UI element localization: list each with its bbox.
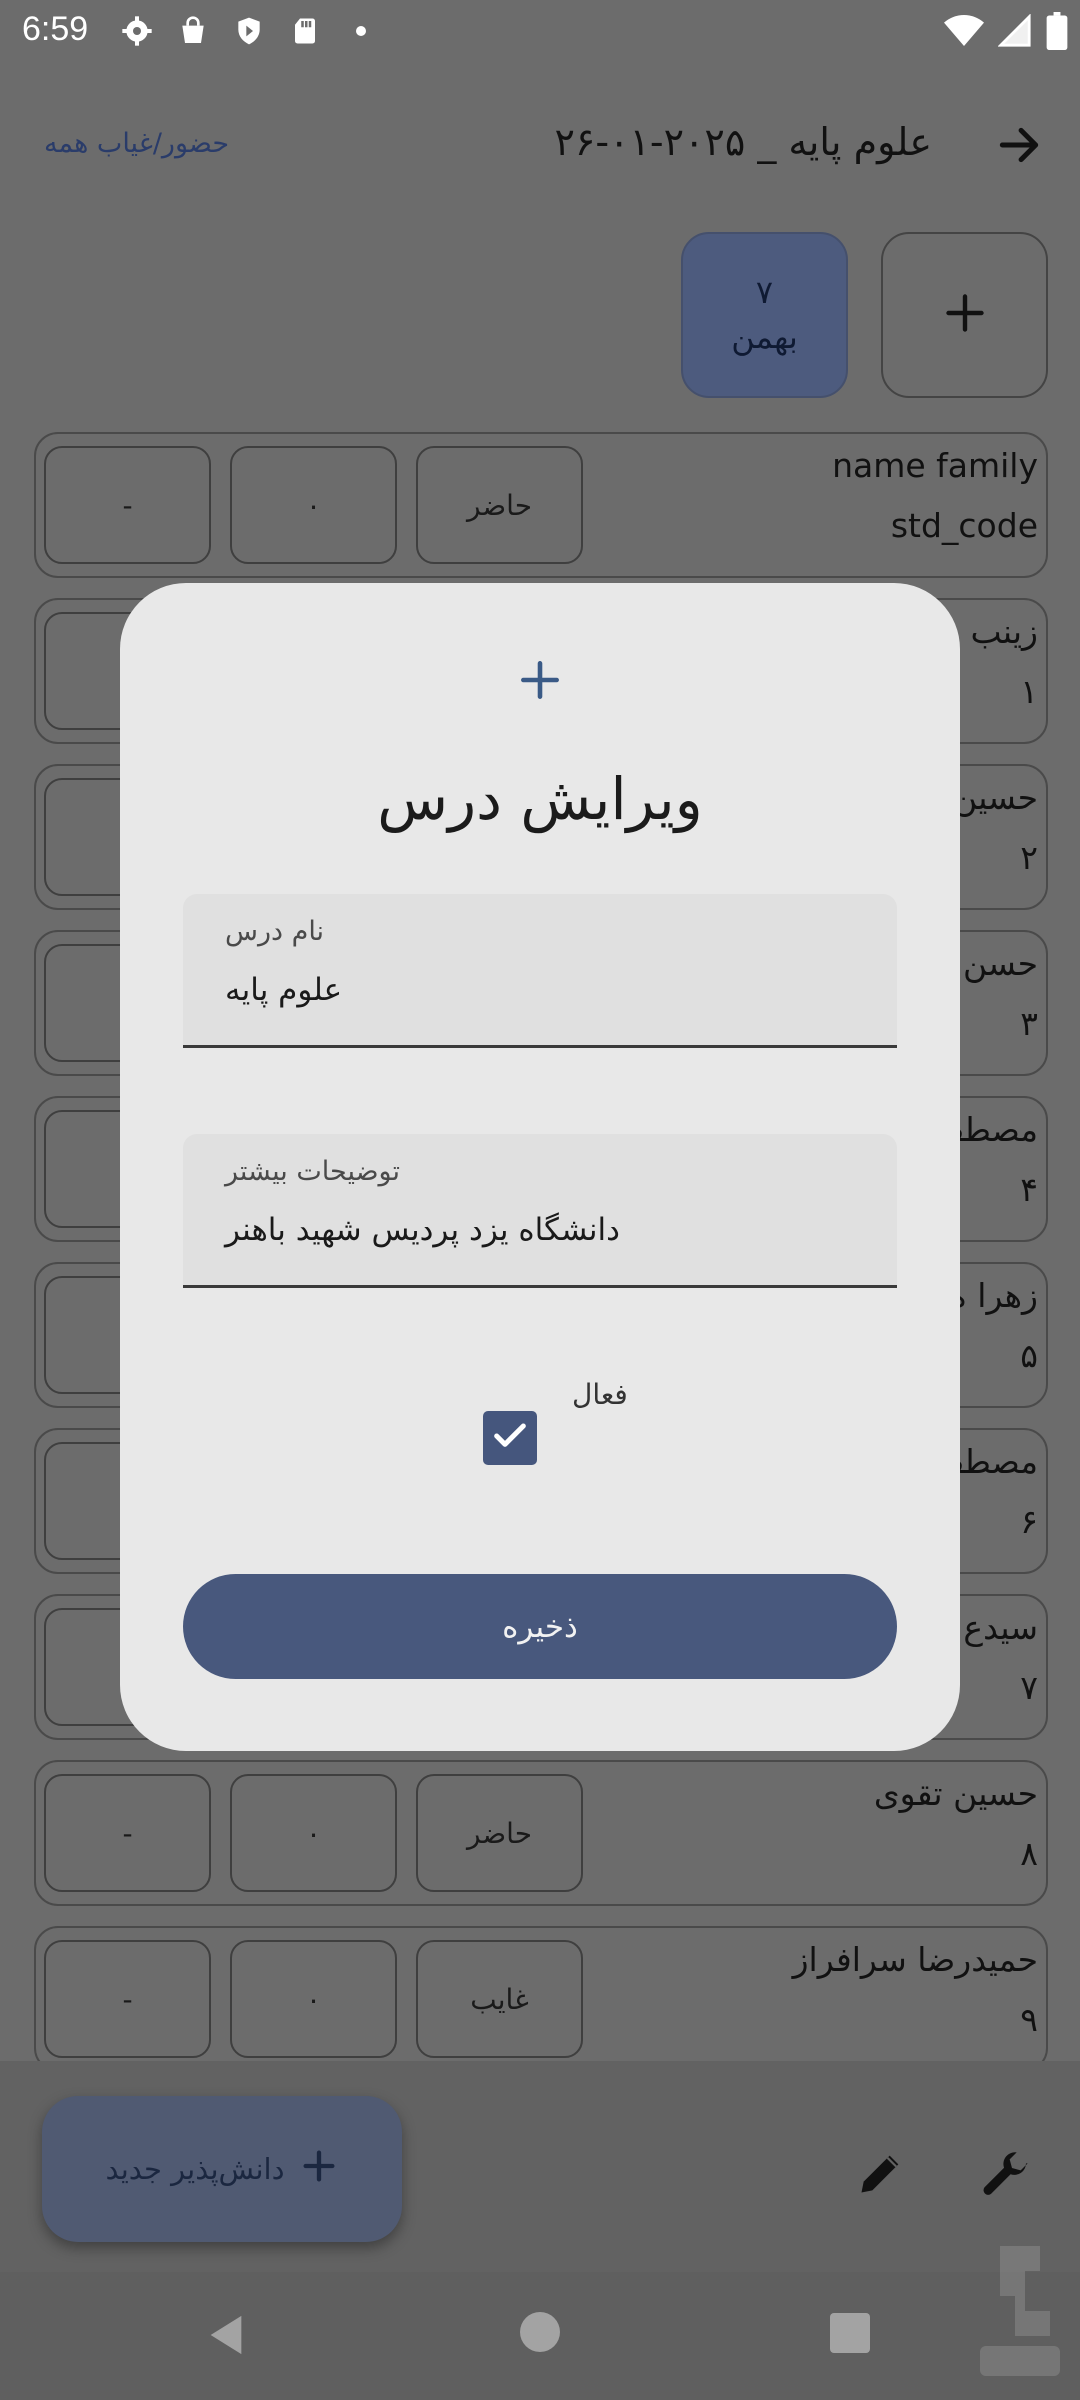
app-bar: علوم پایه _ ۲۰۲۵-۰۱-۲۶ حضور/غیاب همه — [0, 100, 1080, 190]
course-name-field[interactable]: نام درس علوم پایه — [183, 894, 897, 1048]
arrow-right-icon[interactable] — [994, 120, 1044, 170]
attendance-all-link[interactable]: حضور/غیاب همه — [44, 128, 229, 159]
date-month: بهمن — [731, 318, 798, 356]
student-name: حسین تقوی — [873, 1774, 1038, 1813]
course-name-label: نام درس — [225, 916, 325, 947]
nav-back-icon[interactable] — [203, 2312, 249, 2358]
plus-icon — [515, 655, 565, 705]
shopping-bag-icon — [176, 14, 210, 48]
shield-icon — [232, 14, 266, 48]
status-cell[interactable]: حاضر — [416, 1774, 583, 1892]
description-field[interactable]: توضیحات بیشتر دانشگاه یزد پردیس شهید باه… — [183, 1134, 897, 1288]
status-bar: 6:59 — [0, 0, 1080, 64]
check-icon — [490, 1416, 530, 1460]
student-code: ۶ — [1020, 1502, 1038, 1541]
student-name: name family — [832, 446, 1038, 485]
note-cell[interactable]: - — [44, 1940, 211, 2058]
student-row[interactable]: - ۰ غایب حمیدرضا سرافراز ۹ — [34, 1926, 1048, 2072]
note-cell[interactable]: - — [44, 1774, 211, 1892]
nav-recents-icon[interactable] — [830, 2313, 870, 2353]
status-cell[interactable]: غایب — [416, 1940, 583, 2058]
add-date-button[interactable] — [881, 232, 1048, 398]
student-code: ۲ — [1020, 838, 1038, 877]
score-cell[interactable]: ۰ — [230, 1774, 397, 1892]
student-name: سیدع — [963, 1608, 1038, 1647]
plus-icon — [943, 291, 987, 339]
watermark-logo — [970, 2236, 1070, 2386]
score-cell[interactable]: ۰ — [230, 446, 397, 564]
status-cell[interactable]: حاضر — [416, 446, 583, 564]
student-code: ۸ — [1020, 1834, 1038, 1873]
status-time: 6:59 — [22, 10, 89, 48]
student-row[interactable]: - ۰ حاضر حسین تقوی ۸ — [34, 1760, 1048, 1906]
description-input[interactable]: دانشگاه یزد پردیس شهید باهنر — [225, 1212, 620, 1248]
active-checkbox[interactable] — [483, 1411, 537, 1465]
dialog-title: ویرایش درس — [377, 765, 703, 833]
student-name: حمیدرضا سرافراز — [792, 1940, 1038, 1979]
battery-icon — [1046, 12, 1068, 54]
dot-icon — [344, 14, 378, 48]
nav-home-icon[interactable] — [520, 2312, 560, 2352]
description-label: توضیحات بیشتر — [225, 1156, 400, 1187]
pencil-icon[interactable] — [855, 2147, 907, 2199]
student-code: ۴ — [1020, 1170, 1038, 1209]
sd-card-icon — [288, 14, 322, 48]
date-chip-selected[interactable]: ۷ بهمن — [681, 232, 848, 398]
student-code: ۹ — [1020, 2000, 1038, 2039]
gear-icon — [120, 14, 154, 48]
save-button[interactable]: ذخیره — [183, 1574, 897, 1679]
student-name: زهرا ه — [949, 1276, 1039, 1315]
student-code: ۷ — [1020, 1668, 1038, 1707]
edit-course-dialog: ویرایش درس نام درس علوم پایه توضیحات بیش… — [120, 583, 960, 1751]
score-cell[interactable]: ۰ — [230, 1940, 397, 2058]
add-student-button[interactable]: دانش‌پذیر جدید — [42, 2096, 402, 2242]
student-name: زینب — [970, 612, 1038, 651]
student-name: حسن — [963, 944, 1038, 983]
student-code: ۱ — [1020, 672, 1038, 711]
student-name: حسین — [953, 778, 1038, 817]
course-name-input[interactable]: علوم پایه — [225, 972, 342, 1008]
student-code: ۵ — [1020, 1336, 1038, 1375]
active-label: فعال — [572, 1378, 628, 1411]
system-nav-bar — [0, 2272, 1080, 2400]
student-code: std_code — [890, 506, 1038, 545]
student-row[interactable]: - ۰ حاضر name family std_code — [34, 432, 1048, 578]
add-student-label: دانش‌پذیر جدید — [105, 2152, 285, 2186]
signal-icon — [997, 13, 1032, 52]
wrench-icon[interactable] — [977, 2147, 1033, 2203]
wifi-icon — [944, 14, 984, 52]
page-title: علوم پایه _ ۲۰۲۵-۰۱-۲۶ — [554, 120, 933, 164]
note-cell[interactable]: - — [44, 446, 211, 564]
student-code: ۳ — [1020, 1004, 1038, 1043]
plus-icon — [299, 2146, 339, 2193]
date-day: ۷ — [755, 273, 774, 312]
